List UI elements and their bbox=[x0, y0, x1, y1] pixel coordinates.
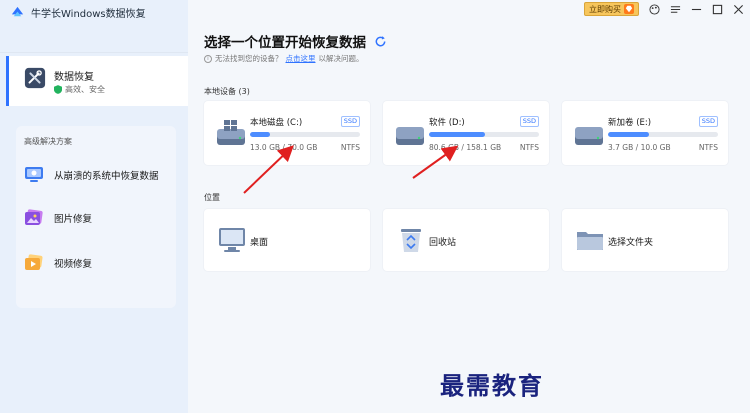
desktop-icon bbox=[219, 228, 245, 252]
usage-bar-fill bbox=[429, 132, 486, 137]
location-label: 选择文件夹 bbox=[608, 238, 654, 248]
drive-filesystem: NTFS bbox=[340, 143, 360, 152]
drive-name: 软件 (D:) bbox=[429, 118, 465, 128]
main-panel: 立即购买 选择一个位置开始恢复数据 i 无法找到您的设备？ 点击这里 以解决问题… bbox=[188, 0, 750, 413]
diamond-icon bbox=[624, 4, 634, 14]
sidebar-divider bbox=[0, 52, 188, 53]
watermark: 最需教育 bbox=[440, 371, 544, 400]
palette-icon[interactable] bbox=[648, 3, 660, 15]
monitor-rescue-icon bbox=[25, 167, 43, 182]
video-repair-icon bbox=[25, 254, 43, 270]
advanced-solutions-title: 高级解决方案 bbox=[24, 137, 72, 146]
sidebar-item-label: 数据恢复 bbox=[54, 72, 94, 83]
location-label: 回收站 bbox=[429, 238, 457, 248]
location-card-desktop[interactable]: 桌面 bbox=[204, 209, 370, 271]
menu-icon[interactable] bbox=[669, 3, 681, 15]
minimize-icon[interactable] bbox=[690, 3, 702, 15]
device-hint: i 无法找到您的设备？ 点击这里 以解决问题。 bbox=[204, 53, 364, 64]
sidebar-item-crashed-system[interactable]: 从崩溃的系统中恢复数据 bbox=[24, 165, 159, 185]
usage-bar-fill bbox=[250, 132, 271, 137]
app-logo-icon bbox=[11, 6, 24, 16]
info-icon: i bbox=[204, 54, 212, 63]
usage-bar bbox=[429, 132, 539, 137]
drive-card-d[interactable]: 软件 (D:) SSD 80.6 GB / 158.1 GB NTFS bbox=[383, 101, 549, 165]
app-title: 牛学长Windows数据恢复 bbox=[10, 4, 146, 20]
drive-card-c[interactable]: 本地磁盘 (C:) SSD 13.0 GB / 70.0 GB NTFS bbox=[204, 101, 370, 165]
app-title-text: 牛学长Windows数据恢复 bbox=[31, 8, 146, 20]
sidebar-item-video-repair[interactable]: 视频修复 bbox=[24, 253, 92, 273]
ssd-badge: SSD bbox=[340, 116, 360, 127]
sidebar-item-subtitle: 高效、安全 bbox=[54, 84, 105, 95]
sidebar: 牛学长Windows数据恢复 数据恢复 高效、安全 高级解决方案 从崩溃的系统中… bbox=[0, 0, 188, 413]
recycle-bin-icon bbox=[401, 229, 421, 252]
local-devices-label: 本地设备 (3) bbox=[204, 87, 250, 96]
drive-icon bbox=[396, 127, 424, 145]
locations-label: 位置 bbox=[204, 193, 220, 202]
drive-card-e[interactable]: 新加卷 (E:) SSD 3.7 GB / 10.0 GB NTFS bbox=[562, 101, 728, 165]
usage-bar bbox=[250, 132, 360, 137]
shield-icon bbox=[54, 85, 62, 94]
drive-filesystem: NTFS bbox=[698, 143, 718, 152]
usage-bar-fill bbox=[608, 132, 649, 137]
photo-repair-icon bbox=[25, 209, 43, 225]
close-icon[interactable] bbox=[732, 3, 744, 15]
page-title: 选择一个位置开始恢复数据 bbox=[204, 31, 387, 51]
folder-icon bbox=[577, 232, 603, 250]
ssd-badge: SSD bbox=[698, 116, 718, 127]
drive-icon bbox=[575, 127, 603, 145]
refresh-icon[interactable] bbox=[374, 35, 387, 48]
drive-name: 新加卷 (E:) bbox=[608, 118, 652, 128]
location-card-recycle-bin[interactable]: 回收站 bbox=[383, 209, 549, 271]
drive-size: 13.0 GB / 70.0 GB bbox=[250, 143, 318, 152]
location-label: 桌面 bbox=[250, 238, 269, 248]
sidebar-item-photo-repair[interactable]: 图片修复 bbox=[24, 208, 92, 228]
maximize-icon[interactable] bbox=[711, 3, 723, 15]
location-card-select-folder[interactable]: 选择文件夹 bbox=[562, 209, 728, 271]
usage-bar bbox=[608, 132, 718, 137]
windows-drive-icon bbox=[217, 120, 245, 145]
drive-size: 80.6 GB / 158.1 GB bbox=[429, 143, 502, 152]
drive-name: 本地磁盘 (C:) bbox=[250, 118, 303, 128]
drive-filesystem: NTFS bbox=[519, 143, 539, 152]
active-indicator bbox=[6, 56, 9, 106]
ssd-badge: SSD bbox=[519, 116, 539, 127]
titlebar-controls: 立即购买 bbox=[584, 1, 744, 17]
click-here-link[interactable]: 点击这里 bbox=[286, 53, 316, 64]
drive-size: 3.7 GB / 10.0 GB bbox=[608, 143, 671, 152]
buy-now-button[interactable]: 立即购买 bbox=[584, 2, 639, 16]
tools-icon bbox=[24, 67, 46, 89]
